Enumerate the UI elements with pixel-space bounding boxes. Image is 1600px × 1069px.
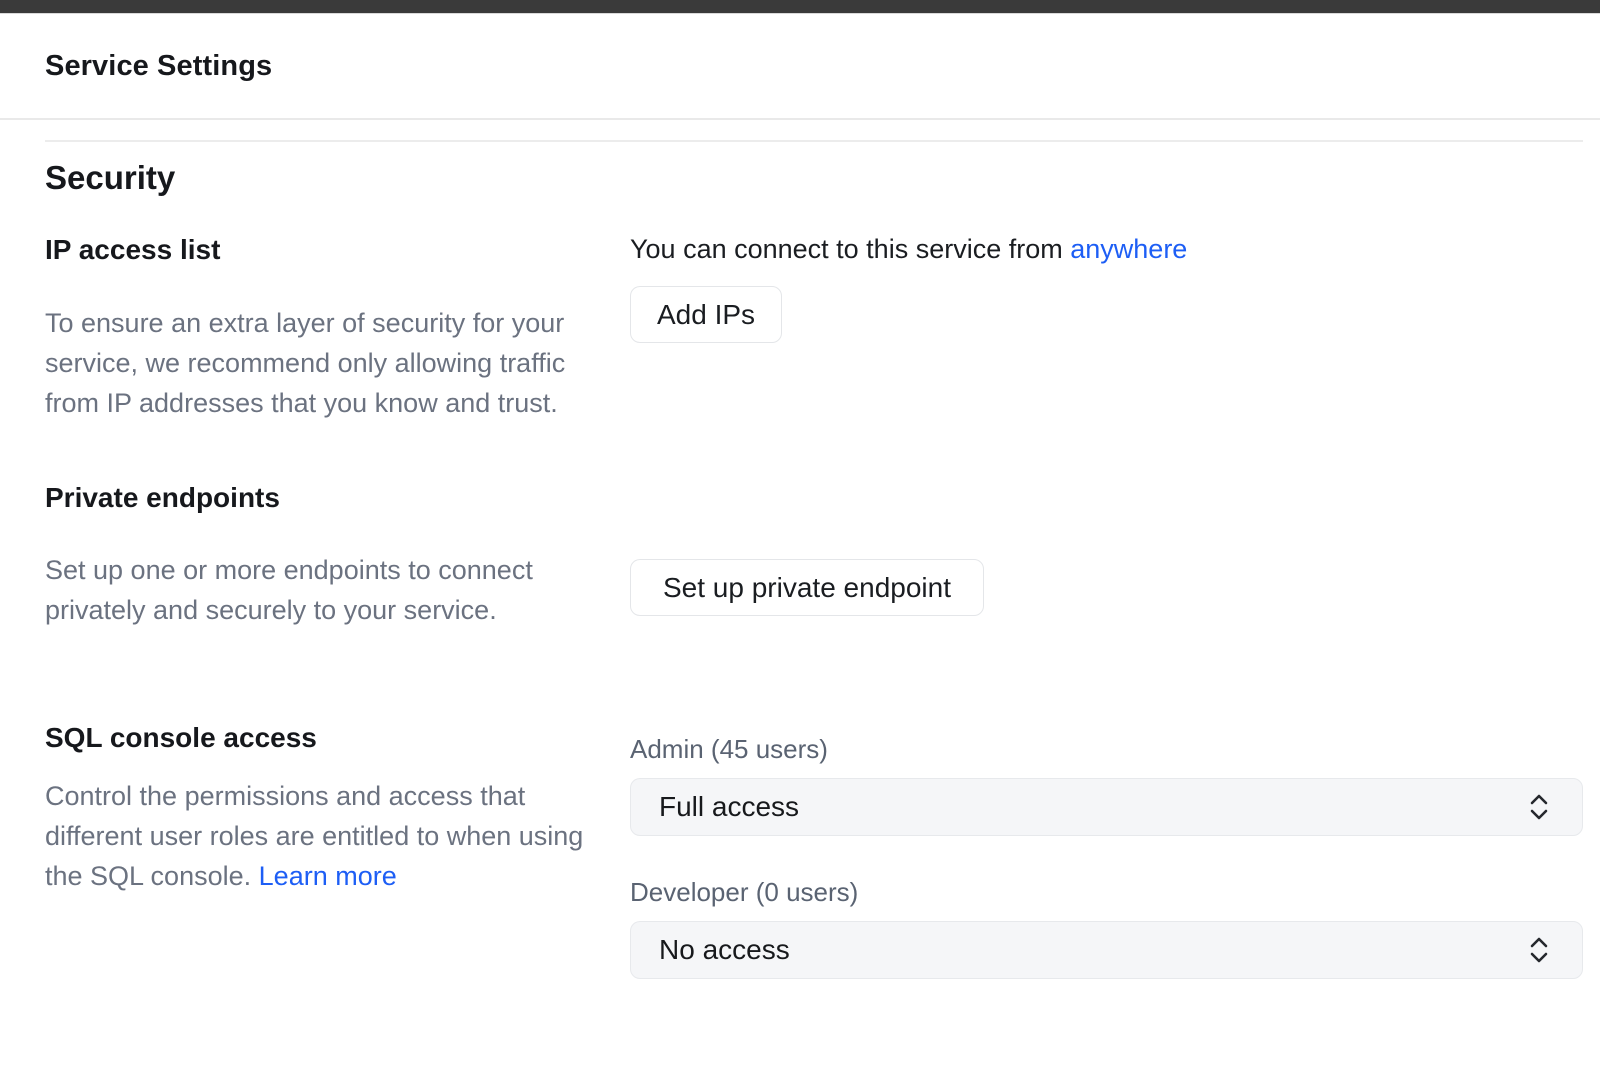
- security-section-title: Security: [45, 159, 1583, 197]
- developer-access-selected-value: No access: [659, 934, 790, 966]
- up-down-chevron-icon: [1528, 791, 1550, 823]
- admin-role-label: Admin (45 users): [630, 737, 1583, 761]
- learn-more-link[interactable]: Learn more: [259, 861, 397, 891]
- setup-private-endpoint-button[interactable]: Set up private endpoint: [630, 559, 984, 616]
- admin-access-select[interactable]: Full access: [630, 778, 1583, 836]
- private-endpoints-row: Private endpoints Set up one or more end…: [45, 482, 1583, 630]
- settings-content: Security IP access list To ensure an ext…: [45, 140, 1583, 979]
- sql-console-heading: SQL console access: [45, 722, 630, 754]
- sql-console-description: Control the permissions and access that …: [45, 776, 590, 896]
- private-endpoints-left-column: Private endpoints Set up one or more end…: [45, 482, 630, 630]
- sql-console-left-column: SQL console access Control the permissio…: [45, 722, 630, 979]
- admin-access-selected-value: Full access: [659, 791, 799, 823]
- ip-access-right-column: You can connect to this service from any…: [630, 234, 1583, 423]
- ip-access-status: You can connect to this service from any…: [630, 234, 1583, 264]
- section-divider: [45, 140, 1583, 142]
- private-endpoints-description: Set up one or more endpoints to connect …: [45, 550, 590, 630]
- anywhere-link[interactable]: anywhere: [1070, 234, 1187, 264]
- private-endpoints-heading: Private endpoints: [45, 482, 630, 514]
- ip-access-description: To ensure an extra layer of security for…: [45, 303, 590, 423]
- add-ips-button[interactable]: Add IPs: [630, 286, 782, 343]
- private-endpoints-right-column: Set up private endpoint: [630, 482, 1583, 630]
- page-title: Service Settings: [45, 50, 272, 83]
- sql-console-right-column: Admin (45 users) Full access Developer (…: [630, 722, 1583, 979]
- page-header: Service Settings: [0, 14, 1600, 120]
- top-window-bar: [0, 0, 1600, 14]
- developer-access-select[interactable]: No access: [630, 921, 1583, 979]
- ip-access-left-column: IP access list To ensure an extra layer …: [45, 234, 630, 423]
- ip-access-heading: IP access list: [45, 234, 630, 266]
- ip-access-list-row: IP access list To ensure an extra layer …: [45, 234, 1583, 423]
- developer-role-label: Developer (0 users): [630, 880, 1583, 904]
- sql-console-access-row: SQL console access Control the permissio…: [45, 722, 1583, 979]
- ip-access-status-text: You can connect to this service from: [630, 234, 1063, 264]
- up-down-chevron-icon: [1528, 934, 1550, 966]
